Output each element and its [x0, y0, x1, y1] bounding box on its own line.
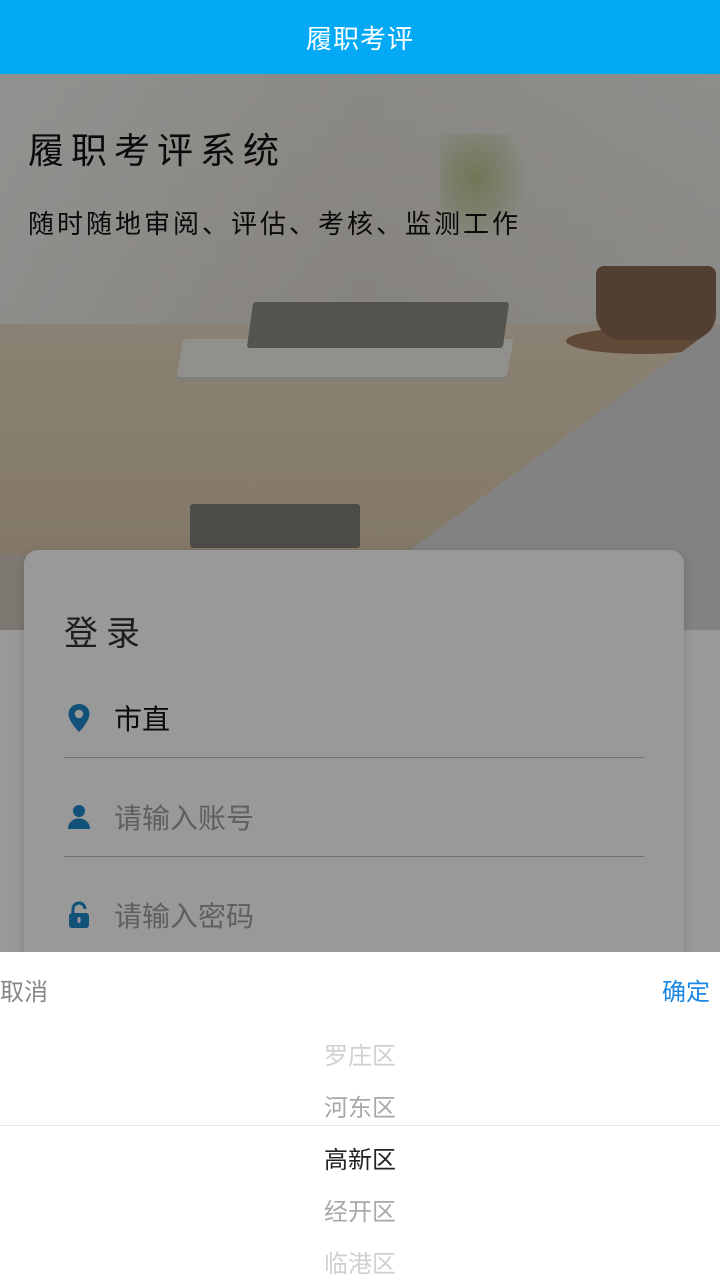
picker-option[interactable]: 河东区 [0, 1088, 720, 1123]
region-picker: 取消 确定 罗庄区 河东区 高新区 经开区 临港区 [0, 952, 720, 1280]
modal-dim-overlay[interactable] [0, 74, 720, 952]
picker-option[interactable]: 罗庄区 [0, 1036, 720, 1071]
picker-option[interactable]: 经开区 [0, 1192, 720, 1227]
picker-option[interactable]: 临港区 [0, 1244, 720, 1279]
picker-cancel-button[interactable]: 取消 [0, 972, 48, 1007]
app-bar: 履职考评 [0, 0, 720, 74]
app-bar-title: 履职考评 [305, 24, 414, 55]
picker-confirm-button[interactable]: 确定 [662, 972, 710, 1007]
picker-selection-line-top [0, 1125, 720, 1126]
picker-option-selected[interactable]: 高新区 [0, 1140, 720, 1175]
